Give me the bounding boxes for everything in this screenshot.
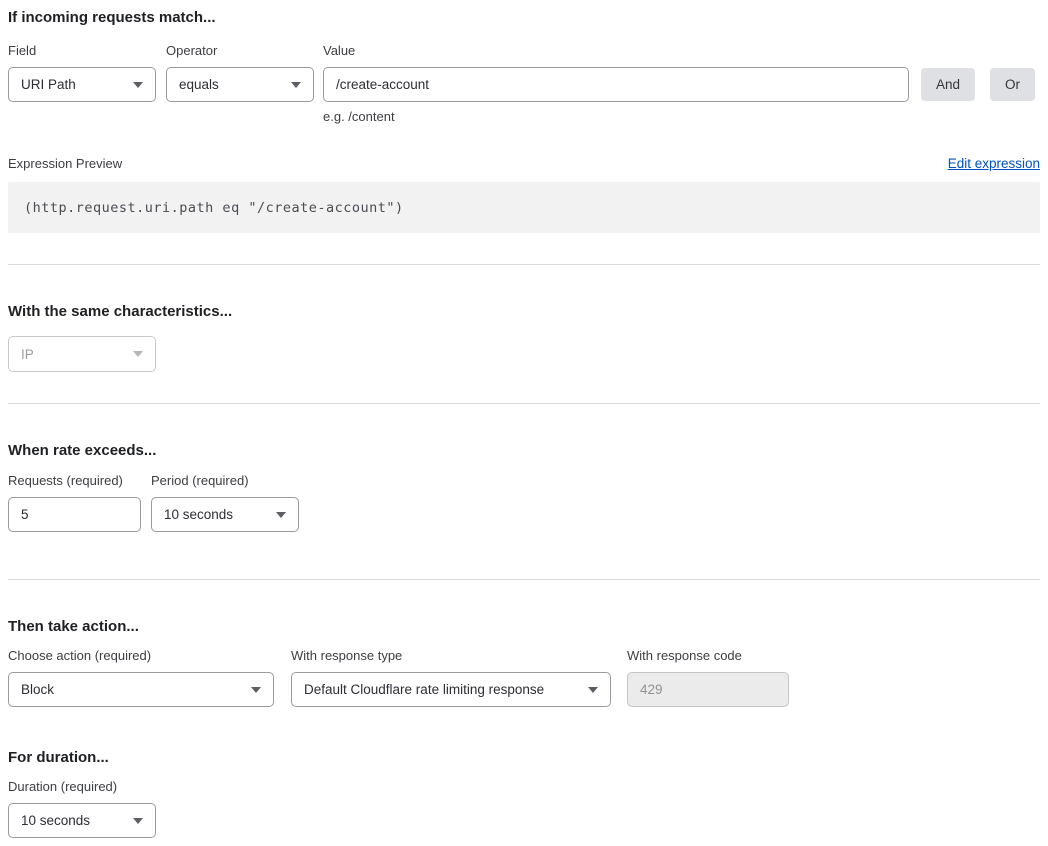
operator-column: Operator equals — [166, 43, 314, 102]
characteristic-dropdown[interactable]: IP — [8, 336, 156, 372]
period-label: Period (required) — [151, 473, 299, 489]
field-dropdown-value: URI Path — [21, 77, 76, 92]
duration-section-heading: For duration... — [8, 748, 1040, 768]
chevron-down-icon — [291, 82, 301, 88]
period-dropdown-value: 10 seconds — [164, 507, 233, 522]
requests-column: Requests (required) — [8, 473, 141, 532]
value-input[interactable] — [323, 67, 909, 102]
expression-text: (http.request.uri.path eq "/create-accou… — [24, 200, 404, 216]
rate-limit-rule-form: If incoming requests match... Field URI … — [0, 0, 1048, 846]
section-divider — [8, 579, 1040, 580]
value-helper-text: e.g. /content — [323, 109, 909, 124]
and-button[interactable]: And — [921, 68, 975, 101]
section-divider — [8, 264, 1040, 265]
response-code-label: With response code — [627, 648, 789, 664]
match-section-heading: If incoming requests match... — [8, 8, 1040, 28]
response-type-dropdown-value: Default Cloudflare rate limiting respons… — [304, 682, 544, 697]
chevron-down-icon — [588, 687, 598, 693]
characteristics-row: IP — [8, 336, 1040, 372]
expression-preview-code: (http.request.uri.path eq "/create-accou… — [8, 182, 1040, 233]
response-type-label: With response type — [291, 648, 611, 664]
choose-action-label: Choose action (required) — [8, 648, 274, 664]
response-type-column: With response type Default Cloudflare ra… — [291, 648, 611, 707]
value-column: Value e.g. /content — [323, 43, 909, 124]
field-dropdown[interactable]: URI Path — [8, 67, 156, 102]
chevron-down-icon — [133, 818, 143, 824]
period-column: Period (required) 10 seconds — [151, 473, 299, 532]
duration-dropdown-value: 10 seconds — [21, 813, 90, 828]
action-dropdown[interactable]: Block — [8, 672, 274, 707]
field-column: Field URI Path — [8, 43, 156, 102]
characteristics-section-heading: With the same characteristics... — [8, 302, 1040, 322]
rate-fields-row: Requests (required) Period (required) 10… — [8, 473, 1040, 532]
action-fields-row: Choose action (required) Block With resp… — [8, 648, 1040, 707]
chevron-down-icon — [133, 351, 143, 357]
period-dropdown[interactable]: 10 seconds — [151, 497, 299, 532]
chevron-down-icon — [251, 687, 261, 693]
requests-input[interactable] — [8, 497, 141, 532]
response-type-dropdown[interactable]: Default Cloudflare rate limiting respons… — [291, 672, 611, 707]
rate-section-heading: When rate exceeds... — [8, 441, 1040, 461]
action-dropdown-value: Block — [21, 682, 54, 697]
duration-dropdown[interactable]: 10 seconds — [8, 803, 156, 838]
response-code-input — [627, 672, 789, 707]
expression-preview-row: Expression Preview Edit expression — [8, 156, 1040, 171]
operator-label: Operator — [166, 43, 314, 59]
chevron-down-icon — [276, 512, 286, 518]
characteristic-dropdown-value: IP — [21, 347, 34, 362]
duration-label: Duration (required) — [8, 779, 156, 795]
edit-expression-link[interactable]: Edit expression — [948, 156, 1040, 171]
operator-dropdown-value: equals — [179, 77, 219, 92]
operator-dropdown[interactable]: equals — [166, 67, 314, 102]
or-button[interactable]: Or — [990, 68, 1035, 101]
action-column: Choose action (required) Block — [8, 648, 274, 707]
field-label: Field — [8, 43, 156, 59]
section-divider — [8, 403, 1040, 404]
match-fields-row: Field URI Path Operator equals Value e.g… — [8, 43, 1040, 124]
expression-preview-label: Expression Preview — [8, 156, 122, 171]
requests-label: Requests (required) — [8, 473, 141, 489]
response-code-column: With response code — [627, 648, 789, 707]
value-label: Value — [323, 43, 909, 59]
chevron-down-icon — [133, 82, 143, 88]
action-section-heading: Then take action... — [8, 617, 1040, 637]
duration-column: Duration (required) 10 seconds — [8, 779, 156, 838]
